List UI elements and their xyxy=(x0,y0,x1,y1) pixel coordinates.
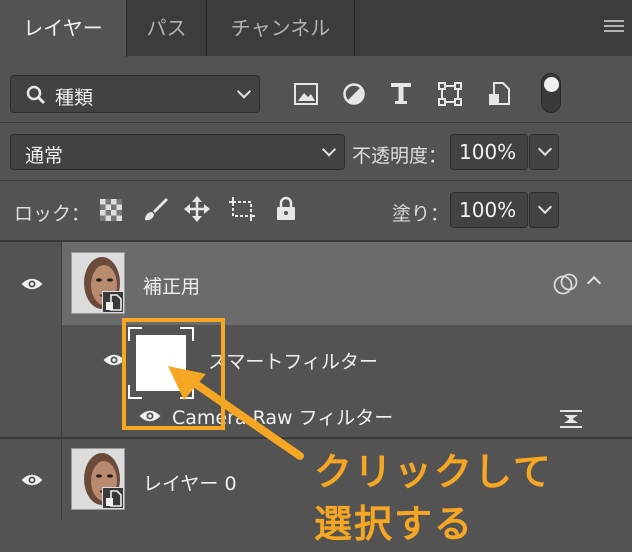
layer-row-smart-object[interactable]: 補正用 xyxy=(0,242,632,325)
smart-object-badge-icon xyxy=(102,291,124,313)
image-filter-icon[interactable] xyxy=(294,83,318,105)
opacity-value: 100% xyxy=(459,140,517,164)
filter-toggle-switch[interactable] xyxy=(541,73,561,113)
search-icon xyxy=(26,85,46,105)
smart-object-filter-icon[interactable] xyxy=(488,82,510,106)
filter-blending-options-icon[interactable] xyxy=(558,409,584,429)
opacity-label: 不透明度： xyxy=(352,145,448,167)
adjustment-filter-icon[interactable] xyxy=(342,82,366,106)
tab-layers[interactable]: レイヤー xyxy=(0,0,127,57)
lock-transparency-icon[interactable] xyxy=(100,199,122,221)
lock-label: ロック： xyxy=(14,203,91,225)
lock-artboard-icon[interactable] xyxy=(228,196,256,222)
fill-dropdown-button[interactable] xyxy=(529,192,559,228)
divider xyxy=(0,180,632,181)
lock-position-move-icon[interactable] xyxy=(184,196,210,222)
fill-input[interactable]: 100% xyxy=(450,192,528,228)
type-filter-icon[interactable] xyxy=(390,82,412,106)
divider xyxy=(0,122,632,123)
smart-object-badge-icon xyxy=(102,487,124,509)
panel-tab-bar: レイヤー パス チャンネル xyxy=(0,0,632,57)
smart-filters-group: スマートフィルター Camera Raw フィルター xyxy=(0,325,632,437)
fill-value: 100% xyxy=(459,198,517,222)
layer-thumbnail xyxy=(71,252,125,314)
visibility-eye-icon[interactable] xyxy=(20,473,44,487)
lock-pixels-brush-icon[interactable] xyxy=(142,196,168,222)
layer-thumbnail xyxy=(71,448,125,510)
opacity-input[interactable]: 100% xyxy=(450,134,528,170)
chevron-down-icon xyxy=(537,199,553,215)
chevron-down-icon xyxy=(236,84,252,99)
layer-name[interactable]: レイヤー 0 xyxy=(143,469,237,496)
shape-filter-icon[interactable] xyxy=(438,82,462,106)
chevron-down-icon xyxy=(321,142,337,157)
annotation-text-line2: 選択する xyxy=(314,502,475,546)
tab-paths[interactable]: パス xyxy=(127,0,207,56)
chevron-down-icon xyxy=(537,141,553,157)
lock-all-icon[interactable] xyxy=(276,196,296,222)
blend-mode-dropdown[interactable]: 通常 xyxy=(10,134,345,170)
visibility-eye-icon[interactable] xyxy=(20,277,44,291)
annotation-arrow-icon xyxy=(168,366,304,460)
annotation-text-line1: クリックして xyxy=(314,450,553,494)
opacity-dropdown-button[interactable] xyxy=(529,134,559,170)
fill-label: 塗り： xyxy=(392,203,450,225)
layer-filter-dropdown[interactable]: 種類 xyxy=(10,75,260,113)
filter-kind-label: 種類 xyxy=(55,87,94,109)
blend-mode-value: 通常 xyxy=(25,145,64,167)
tab-channels[interactable]: チャンネル xyxy=(207,0,355,56)
smart-filter-indicator-icon xyxy=(553,273,578,295)
panel-menu-icon[interactable] xyxy=(604,20,624,34)
layer-name[interactable]: 補正用 xyxy=(143,272,200,299)
